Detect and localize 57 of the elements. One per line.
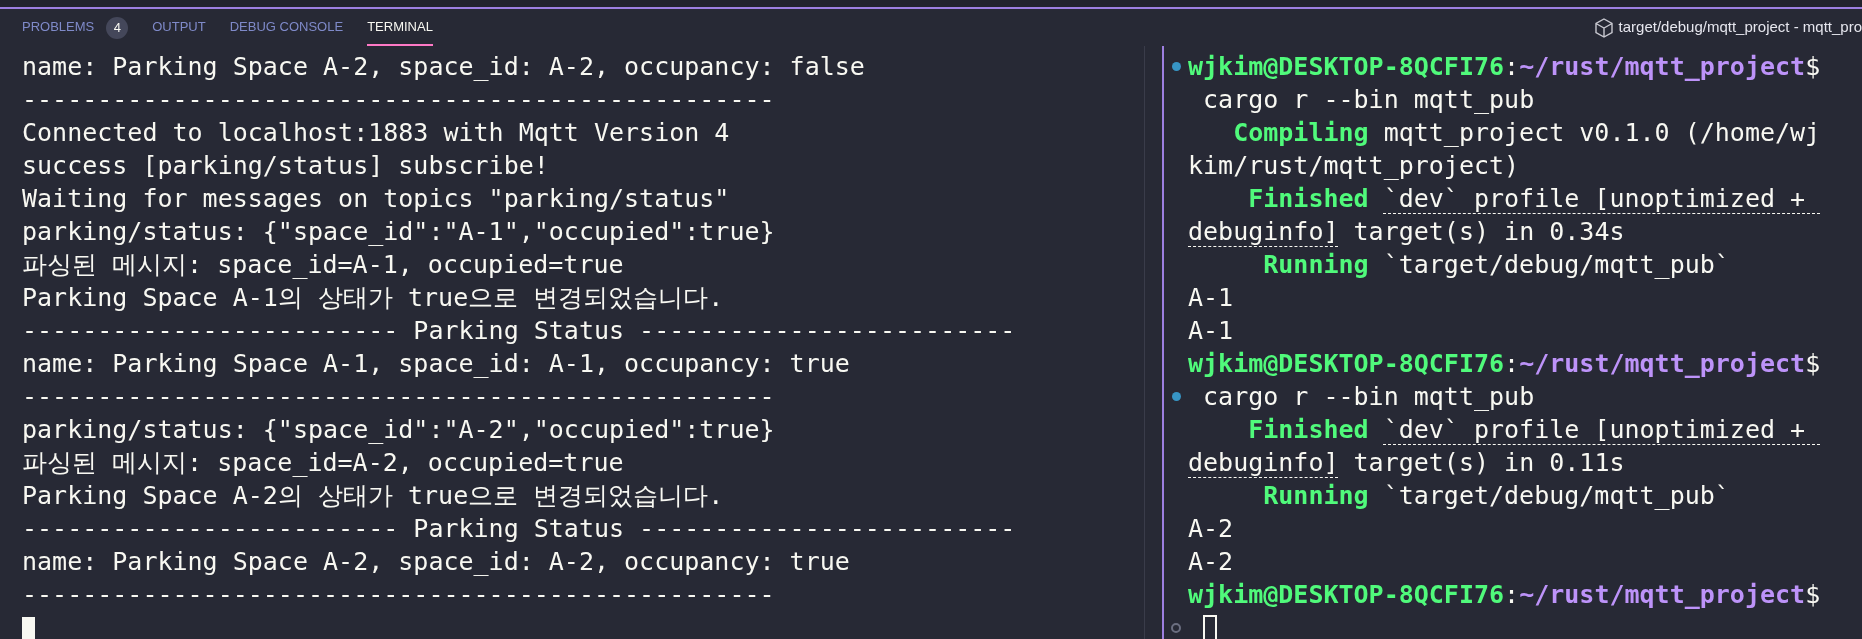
terminal-line: 파싱된 메시지: space_id=A-1, occupied=true bbox=[22, 249, 624, 281]
terminal-link[interactable]: `dev` profile [unoptimized + bbox=[1383, 182, 1821, 215]
status-word: Running bbox=[1263, 480, 1369, 512]
status-word: Finished bbox=[1248, 183, 1369, 215]
prompt-path: ~/rust/mqtt_project bbox=[1519, 51, 1806, 83]
panel-tab[interactable]: TERMINAL bbox=[367, 9, 433, 46]
terminal-text: kim/rust/mqtt_project) bbox=[1188, 150, 1520, 182]
terminal-text: cargo r --bin mqtt_pub bbox=[1202, 84, 1535, 116]
panel-tab[interactable]: OUTPUT bbox=[152, 9, 206, 46]
count-badge: 4 bbox=[106, 16, 129, 39]
terminal-line: ------------------------- Parking Status ------------------------- bbox=[22, 513, 1016, 545]
prompt-user: wjkim@DESKTOP-8QCFI76 bbox=[1188, 348, 1505, 380]
terminal-link[interactable]: `dev` profile [unoptimized + bbox=[1383, 413, 1821, 446]
terminal-text: target(s) in 0.34s bbox=[1352, 216, 1625, 248]
terminal-text: A-1 bbox=[1188, 282, 1234, 314]
terminal-line: parking/status: {"space_id":"A-1","occupied":true} bbox=[22, 216, 775, 248]
terminal-line: Parking Space A-2의 상태가 true으로 변경되었습니다. bbox=[22, 480, 724, 512]
terminal-line: -------------------------------------------------- bbox=[22, 84, 775, 116]
terminal-line: Parking Space A-1의 상태가 true으로 변경되었습니다. bbox=[22, 282, 724, 314]
terminal-line: ------------------------- Parking Status ------------------------- bbox=[22, 315, 1016, 347]
terminal-line: Waiting for messages on topics "parking/status" bbox=[22, 183, 730, 215]
terminal-line: -------------------------------------------------- bbox=[22, 381, 775, 413]
terminal-text: `target/debug/mqtt_pub` bbox=[1383, 249, 1730, 281]
terminal-line: parking/status: {"space_id":"A-2","occupied":true} bbox=[22, 414, 775, 446]
terminal-text: A-1 bbox=[1188, 315, 1234, 347]
terminal-line: 파싱된 메시지: space_id=A-2, occupied=true bbox=[22, 447, 624, 479]
terminal-text: `target/debug/mqtt_pub` bbox=[1383, 480, 1730, 512]
terminal-link[interactable]: debuginfo] bbox=[1188, 215, 1339, 248]
terminal-link[interactable]: debuginfo] bbox=[1188, 446, 1339, 479]
terminal-line: -------------------------------------------------- bbox=[22, 579, 775, 611]
panel-tab[interactable]: DEBUG CONSOLE bbox=[229, 9, 344, 46]
terminal-line: name: Parking Space A-2, space_id: A-2, occupancy: true bbox=[22, 546, 850, 578]
terminal-text: A-2 bbox=[1188, 546, 1234, 578]
terminal-line: Connected to localhost:1883 with Mqtt Version 4 bbox=[22, 117, 730, 149]
panel-tab[interactable]: PROBLEMS bbox=[22, 9, 95, 46]
terminal-text: cargo r --bin mqtt_pub bbox=[1202, 381, 1535, 413]
prompt-user: wjkim@DESKTOP-8QCFI76 bbox=[1188, 51, 1505, 83]
terminal-text: target(s) in 0.11s bbox=[1352, 447, 1625, 479]
terminal-text: $ bbox=[1805, 579, 1821, 611]
terminal-text: $ bbox=[1805, 348, 1821, 380]
terminal-title: target/debug/mqtt_project - mqtt_pro bbox=[1618, 17, 1862, 38]
terminal-line: name: Parking Space A-2, space_id: A-2, occupancy: false bbox=[22, 51, 865, 83]
status-word: Finished bbox=[1248, 414, 1369, 446]
terminal-text: : bbox=[1504, 579, 1520, 611]
status-word: Running bbox=[1263, 249, 1369, 281]
prompt-path: ~/rust/mqtt_project bbox=[1519, 348, 1806, 380]
cube-icon bbox=[1594, 17, 1613, 38]
terminal-text: A-2 bbox=[1188, 513, 1234, 545]
terminal-text: : bbox=[1504, 51, 1520, 83]
prompt-path: ~/rust/mqtt_project bbox=[1519, 579, 1806, 611]
terminal-text: : bbox=[1504, 348, 1520, 380]
prompt-user: wjkim@DESKTOP-8QCFI76 bbox=[1188, 579, 1505, 611]
status-word: Compiling bbox=[1233, 117, 1369, 149]
terminal-line: name: Parking Space A-1, space_id: A-1, occupancy: true bbox=[22, 348, 850, 380]
terminal-line: success [parking/status] subscribe! bbox=[22, 150, 549, 182]
terminal-text: mqtt_project v0.1.0 (/home/wj bbox=[1383, 117, 1821, 149]
terminal-text: $ bbox=[1805, 51, 1821, 83]
